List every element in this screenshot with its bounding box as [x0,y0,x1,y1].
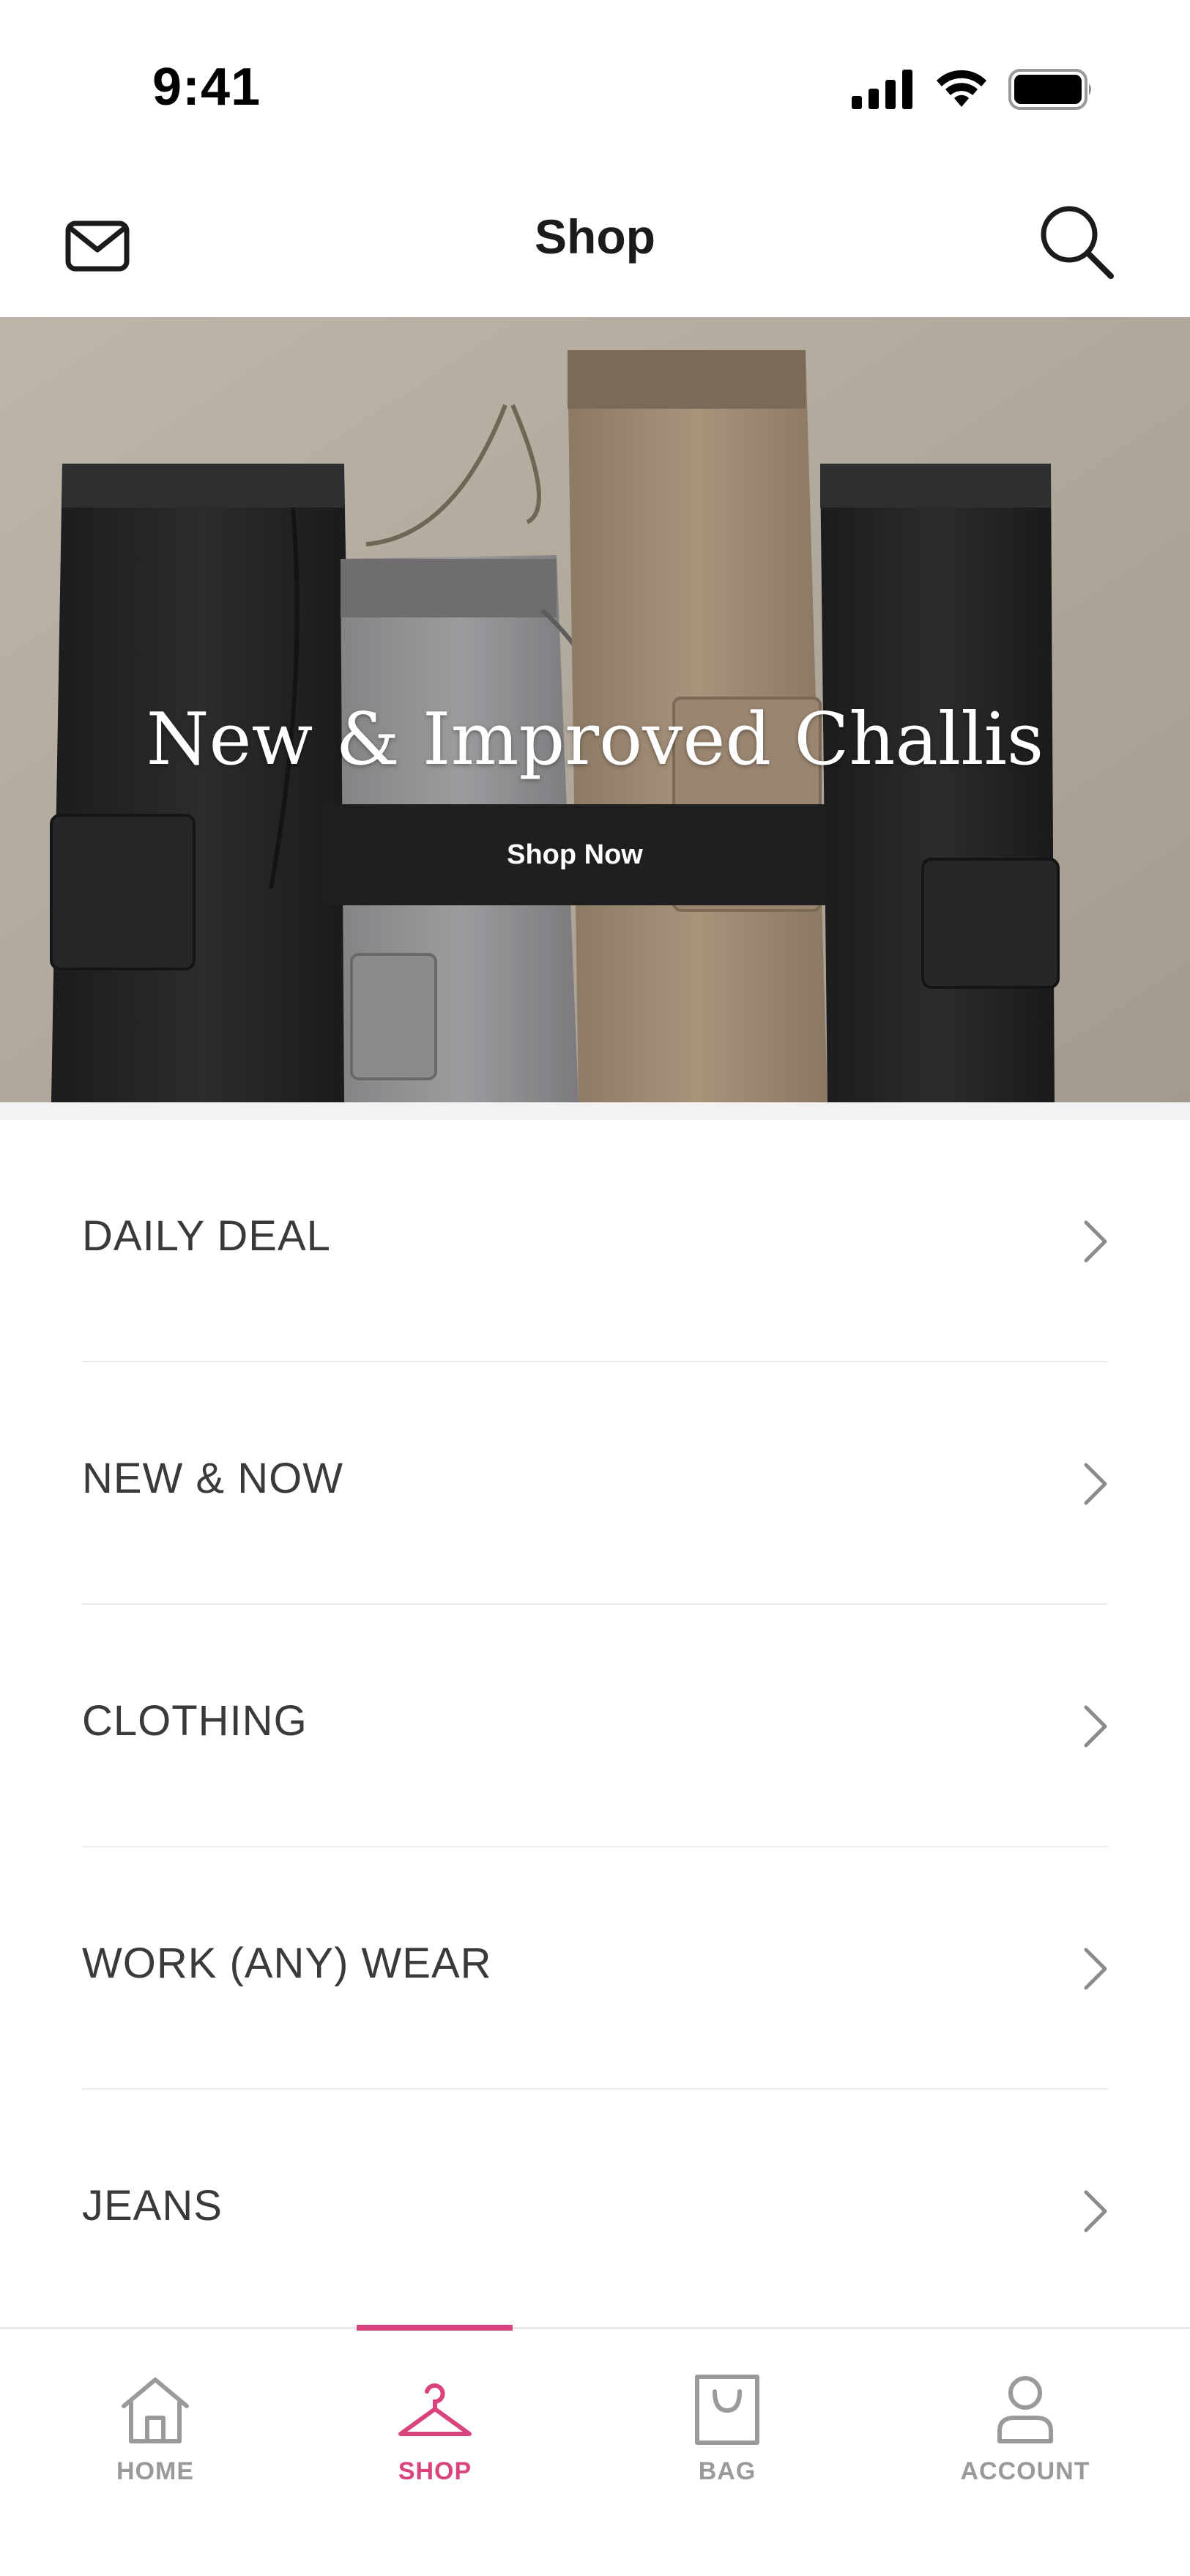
menu-item-label: JEANS [82,2182,223,2230]
tab-label: SHOP [398,2457,472,2485]
shop-now-button[interactable]: Shop Now [324,804,826,905]
search-icon [1041,206,1114,279]
menu-item-label: DAILY DEAL [82,1212,331,1260]
tab-shop[interactable]: SHOP [381,2329,489,2576]
chevron-right-icon [1084,1948,1107,1990]
tab-label: ACCOUNT [960,2457,1090,2485]
home-icon [122,2378,189,2443]
hero-banner[interactable]: New & Improved Challis Shop Now [0,317,1190,1102]
hero-title: New & Improved Challis [146,698,1044,782]
menu-item-jeans[interactable]: JEANS [82,2090,1108,2332]
bag-icon [695,2375,759,2445]
hanger-icon [398,2383,472,2436]
menu-item-label: NEW & NOW [82,1455,343,1502]
search-button[interactable] [1036,201,1117,282]
menu-item-work-any-wear[interactable]: WORK (ANY) WEAR [82,1847,1108,2090]
status-time: 9:41 [152,58,261,116]
menu-item-label: WORK (ANY) WEAR [82,1940,492,1987]
chevron-right-icon [1084,1463,1107,1505]
chevron-right-icon [1084,1220,1107,1263]
chevron-right-icon [1084,2190,1107,2232]
tab-home[interactable]: HOME [104,2329,207,2576]
tab-bag[interactable]: BAG [680,2329,775,2576]
battery-icon [1008,69,1091,110]
category-list: DAILY DEAL NEW & NOW CLOTHING WORK (ANY)… [0,1120,1190,2332]
status-bar: 9:41 [0,0,1190,165]
menu-item-daily-deal[interactable]: DAILY DEAL [82,1120,1108,1362]
bottom-tab-bar: HOME SHOP BAG ACCOUNT [0,2325,1190,2576]
menu-item-clothing[interactable]: CLOTHING [82,1605,1108,1847]
signal-icon [852,70,912,109]
page-title: Shop [535,209,655,264]
account-icon [997,2376,1053,2443]
tab-label: BAG [698,2457,756,2485]
shop-screen: 9:41 Shop New & Improved Challis Shop No… [0,0,1190,2576]
tab-label: HOME [116,2457,194,2485]
tab-account[interactable]: ACCOUNT [952,2329,1098,2576]
header: Shop [0,165,1190,317]
section-divider [0,1102,1190,1120]
menu-item-new-and-now[interactable]: NEW & NOW [82,1362,1108,1605]
chevron-right-icon [1084,1705,1107,1748]
wifi-icon [937,70,986,107]
menu-item-label: CLOTHING [82,1697,308,1745]
status-icons [852,69,1095,110]
